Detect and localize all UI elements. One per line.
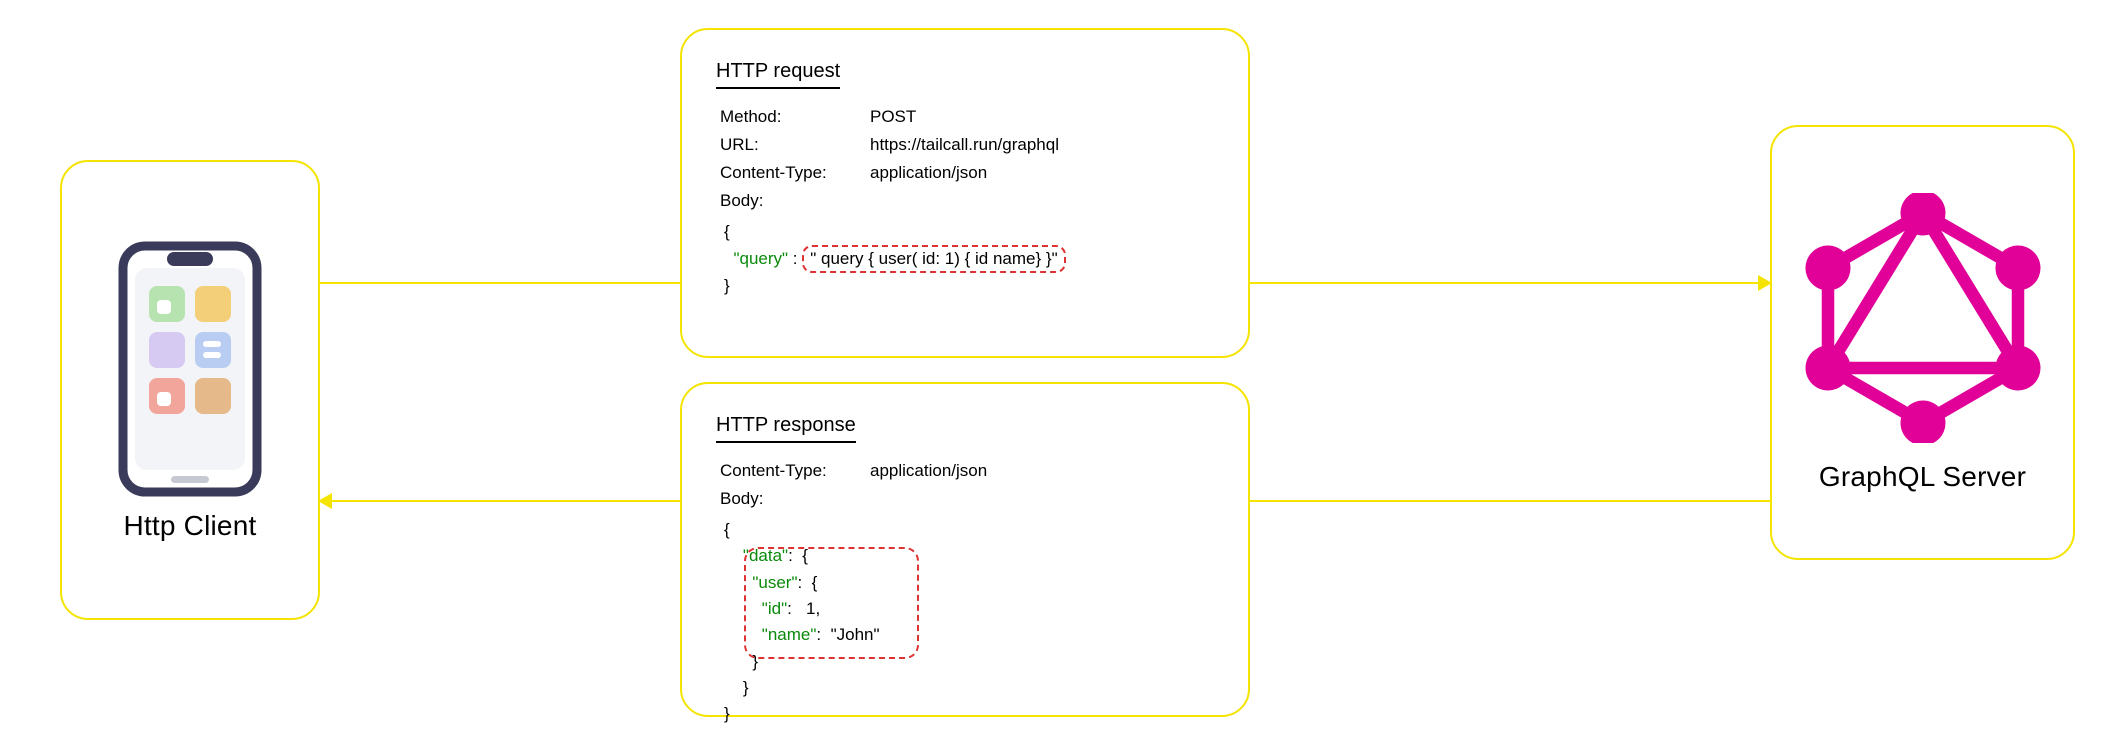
client-label: Http Client (124, 510, 257, 542)
http-request-box: HTTP request Method: POST URL: https://t… (680, 28, 1250, 358)
query-value-highlight: " query { user( id: 1) { id name} }" (802, 245, 1065, 273)
graphql-icon (1798, 193, 2048, 443)
resp-ct-value: application/json (870, 461, 987, 481)
url-value: https://tailcall.run/graphql (870, 135, 1059, 155)
arrow-client-to-request (320, 282, 680, 284)
body-label: Body: (720, 191, 763, 211)
request-url-row: URL: https://tailcall.run/graphql (716, 135, 1214, 155)
arrow-server-to-response (1250, 500, 1770, 502)
request-title: HTTP request (716, 60, 840, 89)
request-method-row: Method: POST (716, 107, 1214, 127)
arrow-request-to-server (1250, 282, 1770, 284)
http-response-box: HTTP response Content-Type: application/… (680, 382, 1250, 717)
arrow-response-to-client (320, 500, 680, 502)
graphql-server-box: GraphQL Server (1770, 125, 2075, 560)
method-label: Method: (720, 107, 870, 127)
http-client-box: Http Client (60, 160, 320, 620)
server-label: GraphQL Server (1819, 461, 2026, 493)
request-ct-row: Content-Type: application/json (716, 163, 1214, 183)
response-ct-row: Content-Type: application/json (716, 461, 1214, 481)
response-body-label-row: Body: (716, 489, 1214, 509)
phone-icon (115, 238, 265, 500)
resp-body-label: Body: (720, 489, 763, 509)
ct-value: application/json (870, 163, 987, 183)
response-title: HTTP response (716, 414, 856, 443)
resp-ct-label: Content-Type: (720, 461, 870, 481)
response-body: { "data": { "user": { "id": 1, "name": "… (716, 517, 880, 754)
query-key: "query" (733, 249, 788, 268)
method-value: POST (870, 107, 916, 127)
request-body-label-row: Body: (716, 191, 1214, 211)
request-body: { "query" : " query { user( id: 1) { id … (716, 219, 1214, 300)
ct-label: Content-Type: (720, 163, 870, 183)
url-label: URL: (720, 135, 870, 155)
